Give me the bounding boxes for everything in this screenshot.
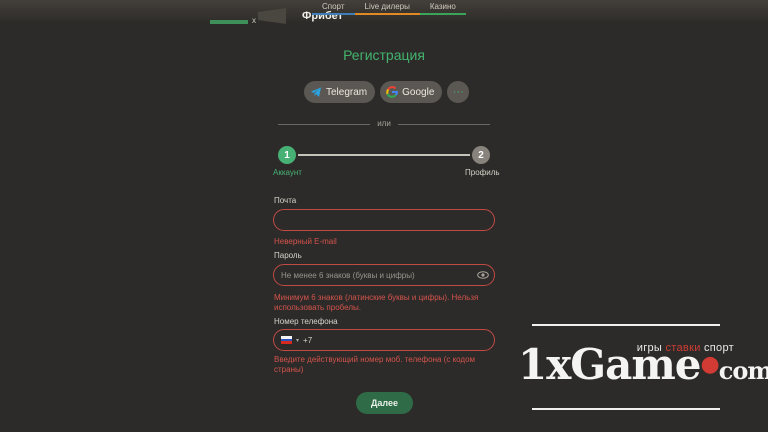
step-progress-line [298, 154, 470, 156]
next-button[interactable]: Далее [356, 392, 413, 414]
google-icon [386, 86, 399, 98]
nav-casino[interactable]: Казино [419, 2, 466, 15]
password-field[interactable]: Не менее 6 знаков (буквы и цифры) [273, 264, 495, 286]
step-2-label: Профиль [465, 168, 500, 177]
watermark-logo: игры ставки спорт 1xGame●com [514, 324, 768, 412]
step-2-circle: 2 [472, 146, 490, 164]
eye-icon[interactable] [477, 270, 489, 280]
password-error-1: Минимум 6 знаков (латинские буквы и цифр… [274, 293, 479, 302]
nav-live-dealers[interactable]: Live дилеры [354, 2, 420, 15]
top-bar: x Фрибет Спорт Live дилеры Казино [0, 0, 768, 25]
phone-value: +7 [303, 335, 313, 345]
registration-stepper: 1 2 Аккаунт Профиль [272, 146, 502, 182]
russia-flag-icon[interactable] [281, 336, 292, 344]
email-error: Неверный E-mail [274, 237, 337, 246]
svg-text:x: x [252, 16, 256, 25]
email-label: Почта [274, 196, 297, 205]
watermark-brand: 1xGame●com [518, 340, 768, 389]
chevron-down-icon[interactable]: ▾ [296, 337, 299, 344]
password-error-2: использовать пробелы. [274, 303, 361, 312]
step-1-label: Аккаунт [273, 168, 302, 177]
or-divider: или [278, 119, 490, 129]
logo-icon[interactable]: x [208, 6, 288, 26]
phone-field[interactable]: ▾ +7 [273, 329, 495, 351]
telegram-button[interactable]: Telegram [304, 81, 376, 103]
page-title: Регистрация [343, 47, 425, 63]
telegram-icon [311, 87, 321, 97]
step-1-circle: 1 [278, 146, 296, 164]
email-field[interactable] [273, 209, 495, 231]
google-label: Google [402, 86, 435, 98]
social-login: Telegram Google ··· [304, 81, 470, 103]
telegram-label: Telegram [326, 86, 368, 98]
top-nav: Спорт Live дилеры Казино [312, 2, 466, 15]
nav-sport[interactable]: Спорт [312, 2, 355, 15]
phone-label: Номер телефона [274, 317, 338, 326]
google-button[interactable]: Google [380, 81, 443, 103]
password-placeholder: Не менее 6 знаков (буквы и цифры) [281, 270, 415, 280]
password-label: Пароль [274, 251, 302, 260]
phone-error-1: Введите действующий номер моб. телефона … [274, 355, 476, 364]
more-options-button[interactable]: ··· [447, 81, 470, 103]
phone-error-2: страны) [274, 365, 304, 374]
